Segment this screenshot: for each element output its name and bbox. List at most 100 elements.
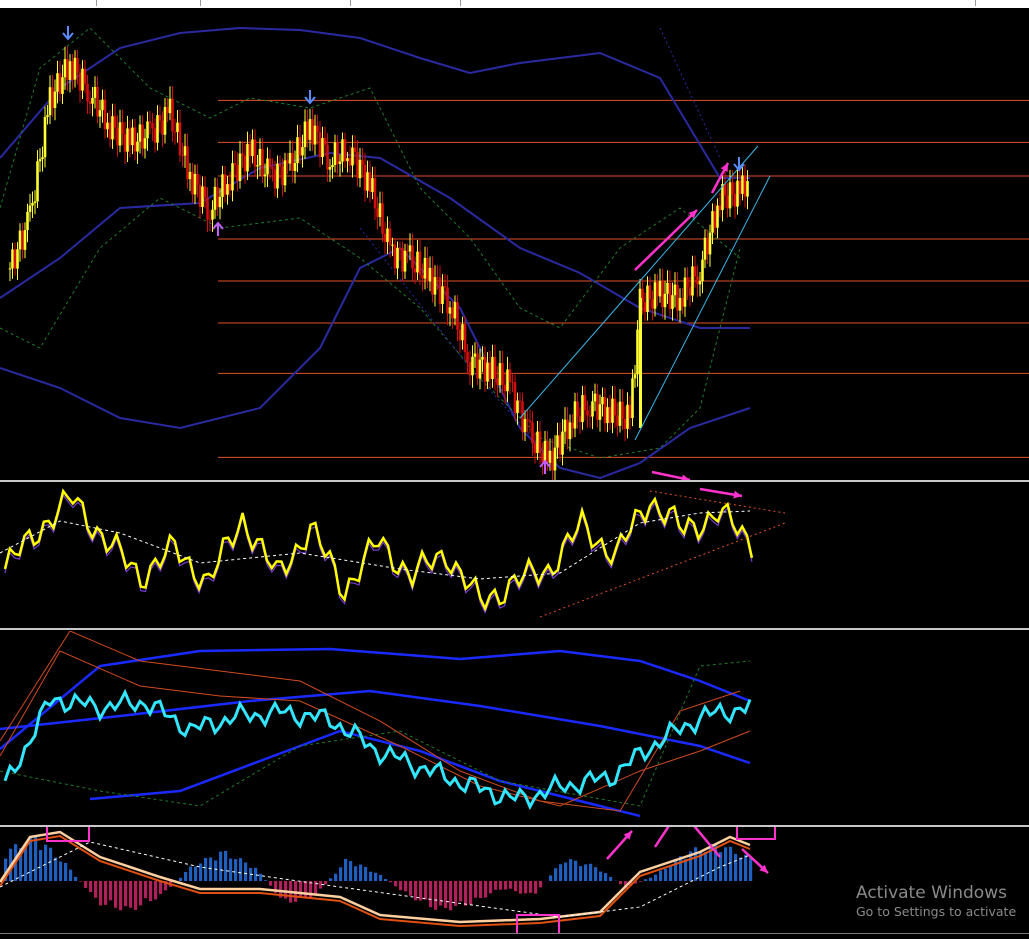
candle-body (596, 394, 599, 420)
candle-body (411, 245, 414, 268)
candle-body (694, 266, 697, 276)
candle-body (56, 73, 59, 91)
candle-body (729, 182, 732, 208)
candle-body (136, 142, 139, 152)
candle-body (741, 175, 744, 194)
candle-body (71, 61, 74, 79)
macd-histogram-bar (584, 864, 587, 881)
macd-histogram-bar (34, 837, 37, 881)
macd-histogram-bar (444, 881, 447, 908)
macd-histogram-bar (534, 881, 537, 894)
candle-body (696, 276, 699, 284)
macd-histogram-bar (674, 859, 677, 881)
candle-body (44, 117, 47, 157)
candle-body (244, 156, 247, 172)
candle-body (554, 448, 557, 471)
candle-body (421, 275, 424, 279)
macd-histogram-bar (574, 861, 577, 881)
candle-body (211, 210, 214, 220)
candle-body (639, 298, 642, 428)
candle-body (399, 248, 402, 249)
candle-body (626, 405, 629, 429)
candle-body (289, 153, 292, 164)
candle-body (581, 395, 584, 422)
candle-body (649, 285, 652, 299)
candle-body (331, 165, 334, 167)
macd-histogram-bar (179, 878, 182, 881)
macd-histogram-bar (579, 866, 582, 881)
macd-histogram-bar (604, 873, 607, 881)
oscillator-panel[interactable] (0, 483, 1029, 628)
macd-histogram-bar (369, 872, 372, 881)
candle-body (569, 422, 572, 439)
macd-histogram-bar (134, 881, 137, 910)
candle-body (429, 268, 432, 281)
candle-body (36, 161, 39, 201)
macd-histogram-bar (749, 858, 752, 881)
candle-body (436, 277, 439, 278)
candle-body (64, 59, 67, 77)
macd-histogram-bar (194, 867, 197, 881)
macd-histogram-bar (449, 881, 452, 910)
macd-histogram-bar (724, 847, 727, 881)
candle-body (294, 163, 297, 171)
toolbar-segment (460, 0, 976, 6)
candle-body (54, 92, 57, 108)
candle-body (154, 128, 157, 142)
candle-body (621, 402, 624, 419)
watermark-subtitle: Go to Settings to activate (856, 903, 1016, 921)
candle-body (611, 399, 614, 423)
candle-body (574, 401, 577, 428)
candle-body (256, 165, 259, 166)
macd-histogram-bar (349, 861, 352, 881)
rsi-band-panel[interactable] (0, 631, 1029, 825)
candle-body (89, 101, 92, 103)
candle-body (676, 285, 679, 311)
candle-body (319, 132, 322, 157)
main-price-chart[interactable] (0, 8, 1029, 481)
candle-body (389, 229, 392, 245)
candle-body (634, 374, 637, 378)
macd-histogram-bar (569, 859, 572, 881)
candle-body (146, 121, 149, 138)
macd-histogram-bar (109, 881, 112, 900)
candle-body (456, 302, 459, 330)
macd-histogram-bar (389, 881, 392, 882)
macd-histogram-bar (144, 881, 147, 898)
candle-body (84, 69, 87, 84)
macd-histogram-bar (129, 881, 132, 908)
macd-histogram-bar (259, 874, 262, 881)
candle-body (636, 330, 639, 375)
candle-body (351, 147, 354, 165)
candle-body (269, 158, 272, 167)
macd-histogram-bar (324, 881, 327, 885)
candle-body (204, 186, 207, 197)
macd-histogram-bar (69, 870, 72, 881)
macd-histogram-bar (74, 877, 77, 881)
candle-body (529, 420, 532, 422)
candle-body (259, 149, 262, 165)
candle-body (296, 137, 299, 163)
panel-separator[interactable] (0, 480, 1029, 482)
macd-histogram-bar (269, 881, 272, 886)
candle-body (179, 123, 182, 156)
candle-body (344, 139, 347, 161)
candle-body (654, 282, 657, 308)
candle-body (49, 87, 52, 115)
macd-histogram-bar (59, 861, 62, 881)
candle-body (584, 395, 587, 410)
panel-separator[interactable] (0, 628, 1029, 630)
candle-body (666, 283, 669, 294)
candle-body (484, 357, 487, 382)
candle-body (266, 158, 269, 174)
candle-body (144, 138, 147, 148)
candle-body (601, 397, 604, 404)
candle-body (81, 69, 84, 91)
candle-body (431, 268, 434, 295)
toolbar-segment (0, 0, 97, 6)
candle-body (401, 248, 404, 271)
candle-body (309, 119, 312, 140)
macd-histogram-bar (664, 869, 667, 881)
candle-body (376, 208, 379, 217)
candle-body (671, 295, 674, 309)
